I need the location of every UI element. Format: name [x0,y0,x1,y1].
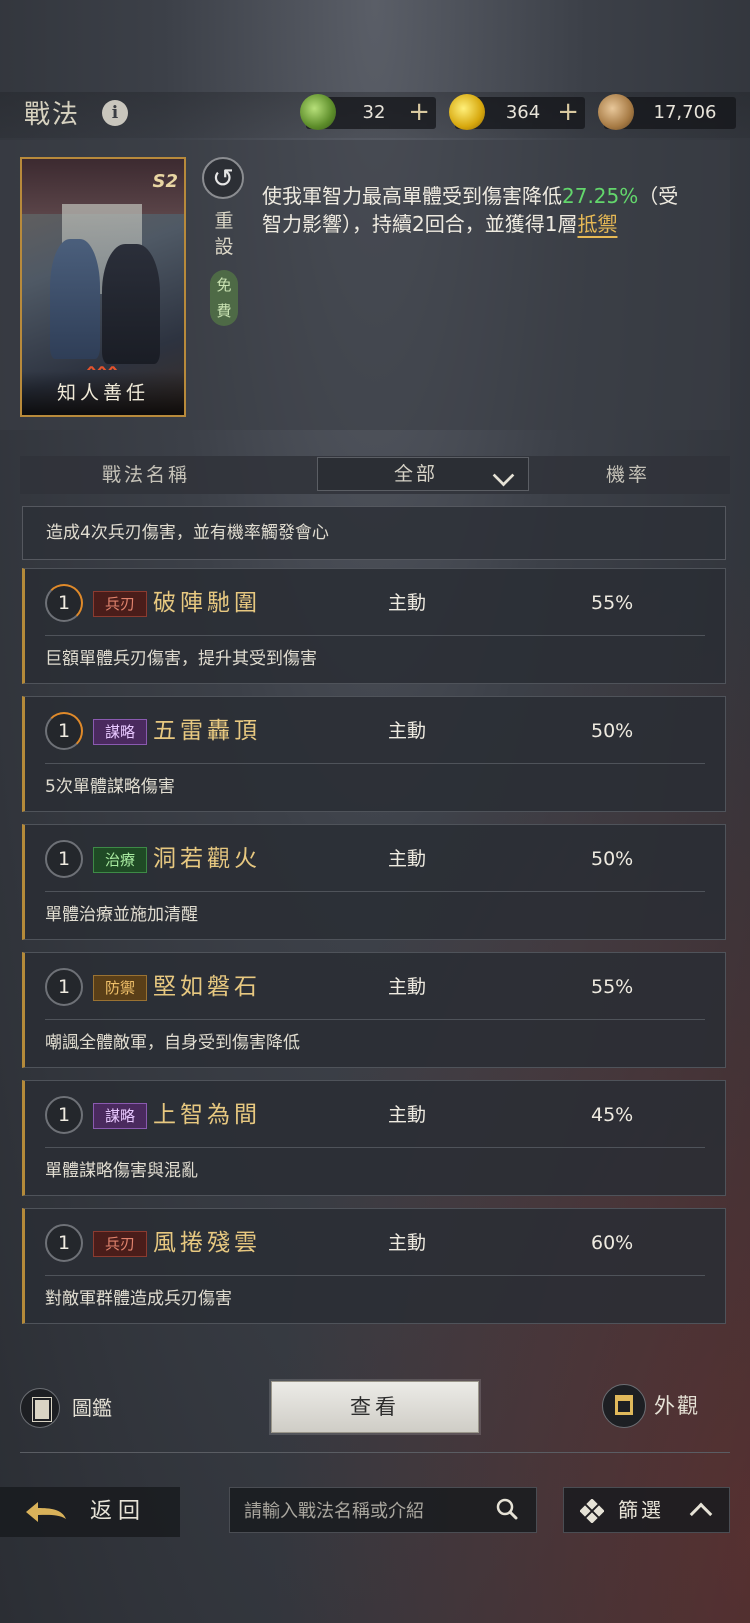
skill-rate: 55% [591,976,634,998]
back-label: 返回 [90,1499,147,1524]
level-badge: 1 [45,968,83,1006]
search-box[interactable] [229,1487,537,1534]
copper-amount: 17,706 [653,102,717,123]
rank-marks: ꞈꞈꞈ [87,342,119,372]
divider [45,763,705,764]
list-item[interactable]: 1 謀略 五雷轟頂 主動 50% 5次單體謀略傷害 [22,696,726,812]
divider [20,1452,730,1453]
category-tag: 兵刃 [93,1231,147,1257]
divider [45,1275,705,1276]
level-badge: 1 [45,1096,83,1134]
level-badge: 1 [45,840,83,878]
skill-type: 主動 [388,1104,427,1126]
category-tag: 治療 [93,847,147,873]
skill-name: 堅如磐石 [153,974,261,1000]
codex-label: 圖鑑 [72,1396,112,1420]
skill-desc: 5次單體謀略傷害 [45,777,175,797]
page-title: 戰法 [24,100,81,130]
search-icon[interactable] [496,1498,518,1520]
column-rate-header: 機率 [606,464,651,486]
search-input[interactable] [242,1488,496,1534]
add-jade-button[interactable]: + [408,97,430,127]
view-button[interactable]: 查看 [271,1381,479,1433]
level-badge: 1 [45,1224,83,1262]
filter-diamond-icon [580,1499,604,1523]
category-tag: 謀略 [93,1103,147,1129]
currency-copper: 17,706 [598,94,736,130]
top-bar: 戰法 i 32 + 364 + 17,706 [0,92,750,138]
currency-gold: 364 + [449,94,585,130]
skill-rate: 50% [591,720,634,742]
chevron-up-icon [689,1502,713,1526]
skill-card[interactable]: S2 ꞈꞈꞈ 知人善任 [20,157,186,417]
reset-button[interactable]: 重設 [209,208,239,260]
reset-icon[interactable]: ↺ [202,157,244,199]
list-item[interactable]: 1 兵刃 風捲殘雲 主動 60% 對敵軍群體造成兵刃傷害 [22,1208,726,1324]
skill-name: 五雷轟頂 [153,718,261,744]
info-icon[interactable]: i [102,100,128,126]
category-tag: 謀略 [93,719,147,745]
desc-highlight-value: 27.25% [562,184,639,208]
add-gold-button[interactable]: + [557,97,579,127]
category-tag: 兵刃 [93,591,147,617]
skill-type: 主動 [388,720,427,742]
skill-desc: 對敵軍群體造成兵刃傷害 [45,1289,232,1309]
skill-name: 上智為間 [153,1102,261,1128]
skill-rate: 55% [591,592,634,614]
back-arrow-icon [26,1502,66,1522]
skill-rate: 45% [591,1104,634,1126]
skill-type: 主動 [388,592,427,614]
season-badge: S2 [152,171,179,192]
skill-name: 破陣馳圍 [153,590,261,616]
gold-amount: 364 [505,102,541,123]
list-item[interactable]: 1 謀略 上智為間 主動 45% 單體謀略傷害與混亂 [22,1080,726,1196]
list-item[interactable]: 1 治療 洞若觀火 主動 50% 單體治療並施加清醒 [22,824,726,940]
appearance-label: 外觀 [654,1394,700,1418]
selected-skill-panel: S2 ꞈꞈꞈ 知人善任 ↺ 重設 免費 使我軍智力最高單體受到傷害降低27.25… [0,140,730,430]
skill-type: 主動 [388,976,427,998]
back-button[interactable]: 返回 [0,1487,180,1537]
jade-icon [300,94,336,130]
list-header: 戰法名稱 全部 機率 [20,456,730,494]
level-badge: 1 [45,712,83,750]
status-link[interactable]: 抵禦 [577,212,617,236]
skill-desc: 巨額單體兵刃傷害，提升其受到傷害 [45,649,317,669]
skill-rate: 60% [591,1232,634,1254]
skill-desc: 嘲諷全體敵軍，自身受到傷害降低 [45,1033,300,1053]
book-icon [20,1388,60,1428]
filter-label: 篩選 [618,1498,664,1522]
free-badge: 免費 [210,270,238,326]
skill-type: 主動 [388,848,427,870]
divider [45,1019,705,1020]
skill-name: 洞若觀火 [153,846,261,872]
desc-text: 使我軍智力最高單體受到傷害降低 [262,184,562,208]
level-badge: 1 [45,584,83,622]
list-item[interactable]: 1 兵刃 破陣馳圍 主動 55% 巨額單體兵刃傷害，提升其受到傷害 [22,568,726,684]
chevron-down-icon [492,464,515,487]
jade-amount: 32 [362,102,386,123]
gold-icon [449,94,485,130]
category-tag: 防禦 [93,975,147,1001]
pavilion-icon [602,1384,646,1428]
list-item[interactable]: 造成4次兵刃傷害，並有機率觸發會心 [22,506,726,560]
category-dropdown[interactable]: 全部 [317,457,529,491]
skill-type: 主動 [388,1232,427,1254]
divider [45,1147,705,1148]
skill-desc: 單體謀略傷害與混亂 [45,1161,198,1181]
skill-list[interactable]: 造成4次兵刃傷害，並有機率觸發會心 1 兵刃 破陣馳圍 主動 55% 巨額單體兵… [20,506,730,1326]
skill-description: 使我軍智力最高單體受到傷害降低27.25%（受智力影響），持續2回合，並獲得1層… [262,182,682,238]
divider [45,635,705,636]
divider [45,891,705,892]
skill-rate: 50% [591,848,634,870]
skill-name: 風捲殘雲 [153,1230,261,1256]
currency-jade: 32 + [300,94,436,130]
list-item[interactable]: 1 防禦 堅如磐石 主動 55% 嘲諷全體敵軍，自身受到傷害降低 [22,952,726,1068]
card-name: 知人善任 [22,371,184,415]
skill-desc: 造成4次兵刃傷害，並有機率觸發會心 [46,523,329,543]
dropdown-selected: 全部 [394,463,439,485]
skill-desc: 單體治療並施加清醒 [45,905,198,925]
copper-icon [598,94,634,130]
column-name-header: 戰法名稱 [102,464,191,486]
filter-button[interactable]: 篩選 [563,1487,730,1533]
